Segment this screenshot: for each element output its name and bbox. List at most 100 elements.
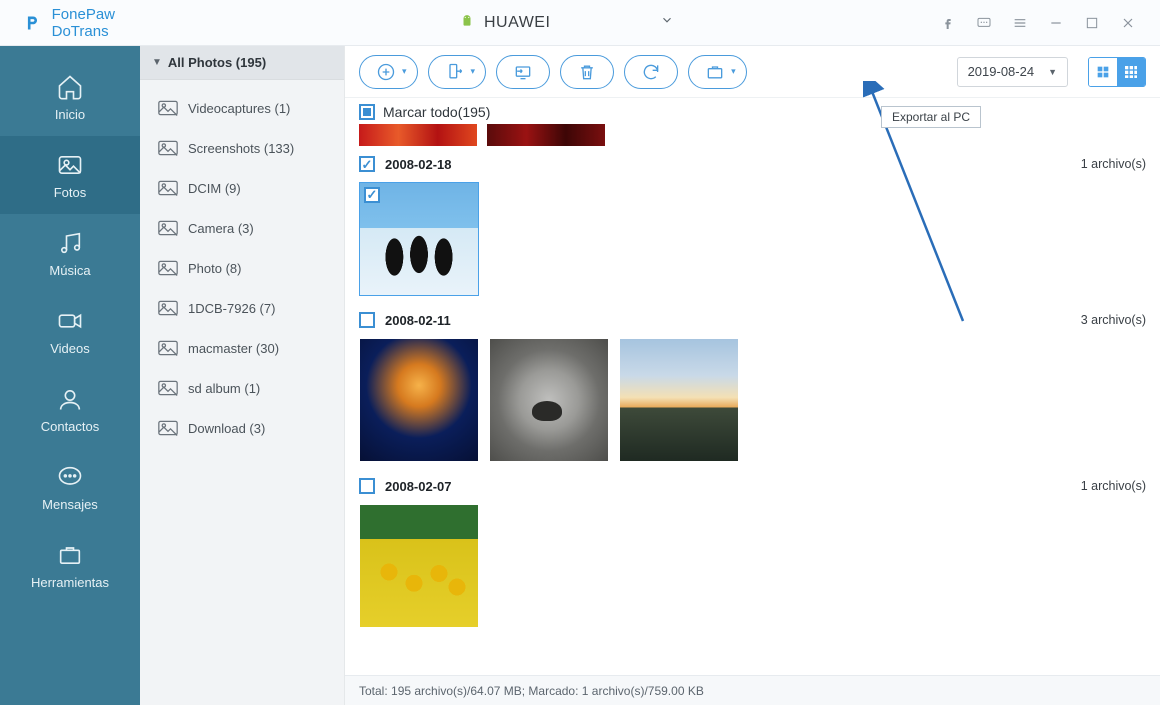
group-count: 3 archivo(s) (1081, 313, 1146, 327)
album-label: Screenshots (133) (188, 141, 294, 156)
nav-label: Inicio (55, 107, 85, 122)
left-nav: Inicio Fotos Música Videos Contactos Men… (0, 46, 140, 705)
album-item[interactable]: DCIM (9) (140, 168, 344, 208)
album-label: Photo (8) (188, 261, 241, 276)
feedback-icon[interactable] (972, 11, 996, 35)
app-logo: FonePaw DoTrans (0, 6, 140, 40)
app-name-label: FonePaw DoTrans (52, 6, 140, 40)
photo-groups: 2008-02-18 1 archivo(s) 2008-02-11 3 arc… (345, 150, 1160, 675)
messages-icon (56, 463, 84, 491)
titlebar: FonePaw DoTrans HUAWEI (0, 0, 1160, 46)
album-item[interactable]: sd album (1) (140, 368, 344, 408)
album-icon (158, 340, 178, 356)
device-name-label: HUAWEI (484, 14, 550, 32)
window-controls (936, 11, 1160, 35)
delete-button[interactable] (560, 55, 614, 89)
thumbnail[interactable] (489, 338, 609, 462)
videos-icon (56, 307, 84, 335)
view-small-grid[interactable] (1117, 58, 1145, 86)
album-item[interactable]: Screenshots (133) (140, 128, 344, 168)
chevron-down-icon: ▾ (402, 66, 407, 77)
menu-icon[interactable] (1008, 11, 1032, 35)
thumbnail[interactable] (487, 124, 605, 146)
group-count: 1 archivo(s) (1081, 479, 1146, 493)
select-all-row: Marcar todo(195) (345, 98, 1160, 124)
album-item[interactable]: Camera (3) (140, 208, 344, 248)
trash-icon (577, 62, 597, 82)
thumbnail[interactable] (359, 504, 479, 628)
nav-contactos[interactable]: Contactos (0, 370, 140, 448)
status-bar: Total: 195 archivo(s)/64.07 MB; Marcado:… (345, 675, 1160, 705)
album-label: 1DCB-7926 (7) (188, 301, 275, 316)
refresh-button[interactable] (624, 55, 678, 89)
android-icon (460, 14, 474, 31)
album-item[interactable]: Videocaptures (1) (140, 88, 344, 128)
chevron-down-icon: ▾ (731, 66, 736, 77)
album-list: ▼ All Photos (195) Videocaptures (1) Scre… (140, 46, 345, 705)
nav-mensajes[interactable]: Mensajes (0, 448, 140, 526)
add-button[interactable]: ▾ (359, 55, 418, 89)
tools-icon (56, 541, 84, 569)
album-label: Camera (3) (188, 221, 254, 236)
minimize-button[interactable] (1044, 11, 1068, 35)
export-device-button[interactable]: ▾ (428, 55, 487, 89)
view-toggle (1088, 57, 1146, 87)
nav-musica[interactable]: Música (0, 214, 140, 292)
tooltip-export-pc: Exportar al PC (881, 106, 981, 128)
export-pc-icon (513, 62, 533, 82)
group-checkbox[interactable] (359, 156, 375, 172)
album-item[interactable]: 1DCB-7926 (7) (140, 288, 344, 328)
select-all-label: Marcar todo(195) (383, 104, 490, 120)
thumb-checkbox[interactable] (364, 187, 380, 203)
album-label: DCIM (9) (188, 181, 241, 196)
group-date: 2008-02-07 (385, 479, 452, 494)
nav-inicio[interactable]: Inicio (0, 58, 140, 136)
album-item[interactable]: Photo (8) (140, 248, 344, 288)
album-item[interactable]: Download (3) (140, 408, 344, 448)
close-button[interactable] (1116, 11, 1140, 35)
group-checkbox[interactable] (359, 312, 375, 328)
thumbnail[interactable] (359, 338, 479, 462)
nav-label: Contactos (41, 419, 100, 434)
plus-circle-icon (376, 62, 396, 82)
album-icon (158, 220, 178, 236)
thumbnail[interactable] (359, 124, 477, 146)
folder-button[interactable]: ▾ (688, 55, 747, 89)
briefcase-icon (705, 62, 725, 82)
album-icon (158, 140, 178, 156)
view-large-grid[interactable] (1089, 58, 1117, 86)
nav-videos[interactable]: Videos (0, 292, 140, 370)
date-filter-label: 2019-08-24 (968, 64, 1035, 79)
nav-label: Videos (50, 341, 90, 356)
facebook-icon[interactable] (936, 11, 960, 35)
group-count: 1 archivo(s) (1081, 157, 1146, 171)
nav-label: Música (49, 263, 90, 278)
album-icon (158, 300, 178, 316)
music-icon (56, 229, 84, 257)
export-pc-button[interactable] (496, 55, 550, 89)
album-label: Download (3) (188, 421, 265, 436)
album-item[interactable]: macmaster (30) (140, 328, 344, 368)
thumbnail[interactable] (619, 338, 739, 462)
chevron-down-icon (660, 13, 674, 32)
chevron-down-icon: ▾ (471, 66, 476, 77)
group-header: 2008-02-07 1 archivo(s) (345, 472, 1160, 500)
group-header: 2008-02-18 1 archivo(s) (345, 150, 1160, 178)
content-area: ▾ ▾ ▾ 2019-08-24 ▼ (345, 46, 1160, 705)
group-header: 2008-02-11 3 archivo(s) (345, 306, 1160, 334)
nav-herramientas[interactable]: Herramientas (0, 526, 140, 604)
collapse-triangle-icon: ▼ (152, 57, 162, 68)
album-list-header[interactable]: ▼ All Photos (195) (140, 46, 344, 80)
album-icon (158, 380, 178, 396)
album-icon (158, 420, 178, 436)
nav-fotos[interactable]: Fotos (0, 136, 140, 214)
album-label: macmaster (30) (188, 341, 279, 356)
group-checkbox[interactable] (359, 478, 375, 494)
maximize-button[interactable] (1080, 11, 1104, 35)
device-selector[interactable]: HUAWEI (460, 13, 674, 32)
group-date: 2008-02-18 (385, 157, 452, 172)
select-all-checkbox[interactable] (359, 104, 375, 120)
thumbnail[interactable] (359, 182, 479, 296)
nav-label: Mensajes (42, 497, 98, 512)
export-device-icon (445, 62, 465, 82)
